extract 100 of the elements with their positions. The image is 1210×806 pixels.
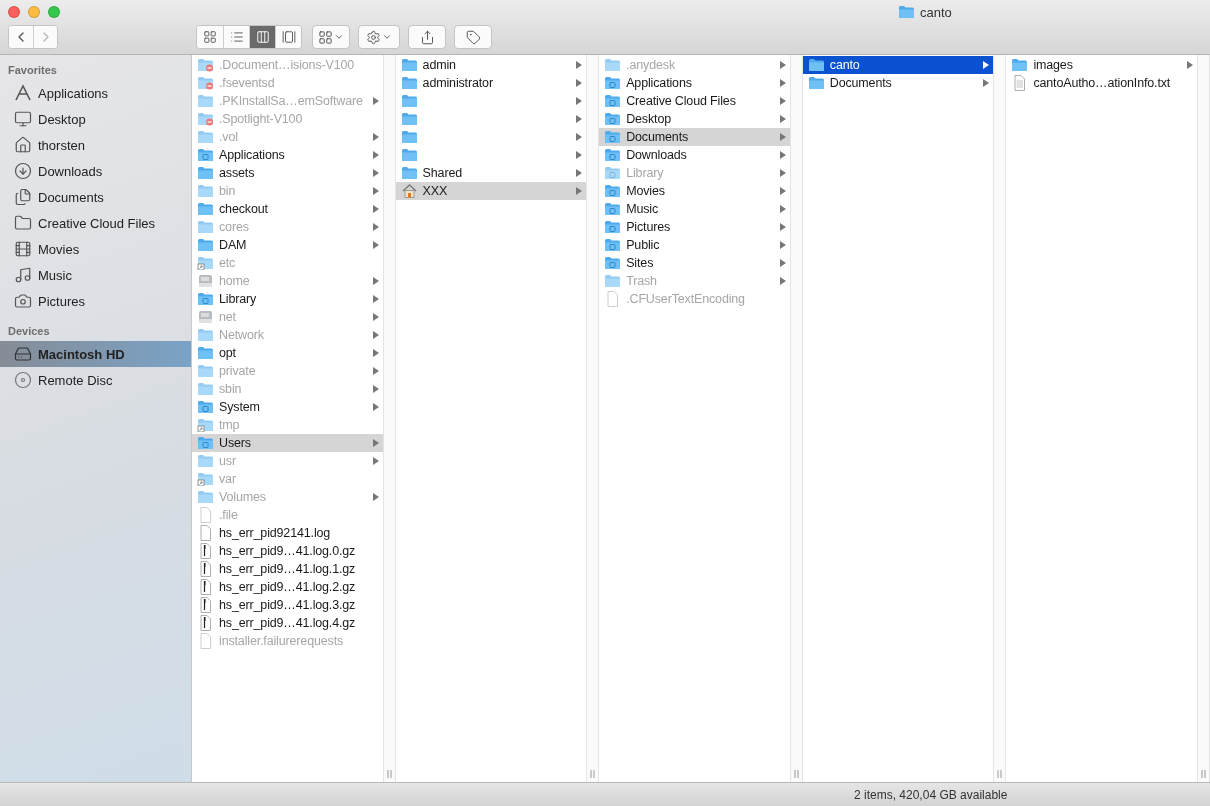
disclosure-triangle-icon: [779, 187, 786, 195]
file-list-item[interactable]: Downloads: [599, 146, 790, 164]
folder-icon: [197, 238, 214, 252]
disclosure-triangle-icon: [576, 115, 583, 123]
grid-icon: [318, 29, 333, 45]
sidebar-item[interactable]: Music: [0, 262, 191, 288]
sidebar-item[interactable]: Macintosh HD: [0, 341, 191, 367]
sidebar-item[interactable]: Downloads: [0, 158, 191, 184]
folder-icon: [604, 274, 622, 288]
disclosure-triangle-icon: [372, 187, 379, 195]
file-list-item[interactable]: Music: [599, 200, 790, 218]
file-list-item[interactable]: Public: [599, 236, 790, 254]
file-list-item[interactable]: assets: [192, 164, 383, 182]
disclosure-triangle-icon: [372, 205, 379, 213]
disclosure-triangle-icon: [779, 223, 786, 231]
file-list-item[interactable]: System: [192, 398, 383, 416]
file-list-item[interactable]: DAM: [192, 236, 383, 254]
folder-emblem-icon: [197, 436, 214, 450]
file-list-item[interactable]: admin: [395, 56, 587, 74]
file-list-item[interactable]: hs_err_pid9…41.log.0.gz: [192, 542, 383, 560]
resize-handle-icon[interactable]: [590, 770, 596, 778]
share-button[interactable]: [408, 25, 446, 49]
document-icon: [197, 525, 214, 541]
file-list-item[interactable]: Library: [192, 290, 383, 308]
folder-emblem-icon: [604, 256, 622, 270]
sidebar-item[interactable]: Desktop: [0, 106, 191, 132]
folder-icon: [197, 184, 214, 198]
file-list-item[interactable]: administrator: [395, 74, 587, 92]
disclosure-triangle-icon: [576, 61, 583, 69]
sidebar-item[interactable]: Documents: [0, 184, 191, 210]
document-icon: [197, 507, 214, 523]
file-list-item[interactable]: opt: [192, 344, 383, 362]
file-list-item[interactable]: hs_err_pid9…41.log.4.gz: [192, 614, 383, 632]
folder-icon: [197, 346, 214, 360]
resize-handle-icon[interactable]: [1200, 770, 1206, 778]
sidebar-item[interactable]: thorsten: [0, 132, 191, 158]
folder-icon: [400, 112, 418, 126]
folder-emblem-icon: [197, 400, 214, 414]
sidebar-item[interactable]: Creative Cloud Files: [0, 210, 191, 236]
file-list-item[interactable]: Desktop: [599, 110, 790, 128]
status-text: 2 items, 420,04 GB available: [854, 787, 1008, 802]
file-list-item[interactable]: Creative Cloud Files: [599, 92, 790, 110]
file-list-item[interactable]: Sites: [599, 254, 790, 272]
file-list-item[interactable]: Shared: [395, 164, 587, 182]
sidebar-item[interactable]: Movies: [0, 236, 191, 262]
file-list-item[interactable]: hs_err_pid92141.log: [192, 524, 383, 542]
disclosure-triangle-icon: [372, 295, 379, 303]
resize-handle-icon[interactable]: [386, 770, 392, 778]
file-list-item[interactable]: Movies: [599, 182, 790, 200]
close-icon[interactable]: [8, 6, 20, 18]
folder-icon: [400, 130, 418, 144]
resize-handle-icon[interactable]: [997, 770, 1003, 778]
file-list-item[interactable]: Documents: [802, 74, 994, 92]
disclosure-triangle-icon: [779, 97, 786, 105]
archive-file-icon: [197, 543, 214, 559]
disclosure-triangle-icon: [779, 61, 786, 69]
file-list-item[interactable]: Applications: [192, 146, 383, 164]
music-note-icon: [14, 266, 32, 284]
folder-icon: [197, 328, 214, 342]
arrange-button[interactable]: [312, 25, 350, 49]
file-list-item[interactable]: hs_err_pid9…41.log.1.gz: [192, 560, 383, 578]
file-list-item[interactable]: Documents: [599, 128, 790, 146]
file-list-item[interactable]: images: [1006, 56, 1197, 74]
restricted-folder-icon: [197, 58, 214, 72]
file-list-item[interactable]: hs_err_pid9…41.log.2.gz: [192, 578, 383, 596]
disclosure-triangle-icon: [576, 97, 583, 105]
disclosure-triangle-icon: [372, 223, 379, 231]
folder-icon: [807, 58, 825, 72]
action-button[interactable]: [358, 25, 400, 49]
folder-icon: [197, 202, 214, 216]
view-mode-button[interactable]: [275, 26, 301, 48]
file-list-item[interactable]: Users: [192, 434, 383, 452]
folder-icon: [14, 214, 32, 232]
file-list-item[interactable]: checkout: [192, 200, 383, 218]
sidebar-item[interactable]: Pictures: [0, 288, 191, 314]
minimize-icon[interactable]: [28, 6, 40, 18]
folder-icon: [400, 148, 418, 162]
film-icon: [14, 240, 32, 258]
folder-emblem-icon: [604, 94, 622, 108]
view-mode-button[interactable]: [249, 26, 275, 48]
file-list-item[interactable]: hs_err_pid9…41.log.3.gz: [192, 596, 383, 614]
disclosure-triangle-icon: [372, 439, 379, 447]
file-list-item[interactable]: XXX: [395, 182, 587, 200]
disclosure-triangle-icon: [372, 349, 379, 357]
list-icon: [229, 30, 244, 44]
zoom-icon[interactable]: [48, 6, 60, 18]
gallery-icon: [281, 30, 296, 44]
drive-icon: [197, 274, 214, 288]
letter-a-icon: [14, 84, 32, 102]
disclosure-triangle-icon: [779, 151, 786, 159]
sidebar-item[interactable]: Remote Disc: [0, 367, 191, 393]
tag-button[interactable]: [454, 25, 492, 49]
file-list-item[interactable]: Applications: [599, 74, 790, 92]
resize-handle-icon[interactable]: [793, 770, 799, 778]
disc-icon: [14, 371, 32, 389]
file-list-item[interactable]: Pictures: [599, 218, 790, 236]
file-list-item[interactable]: canto: [802, 56, 994, 74]
folder-emblem-icon: [197, 292, 214, 306]
sidebar-item[interactable]: Applications: [0, 80, 191, 106]
file-list-item[interactable]: cantoAutho…ationInfo.txt: [1006, 74, 1197, 92]
